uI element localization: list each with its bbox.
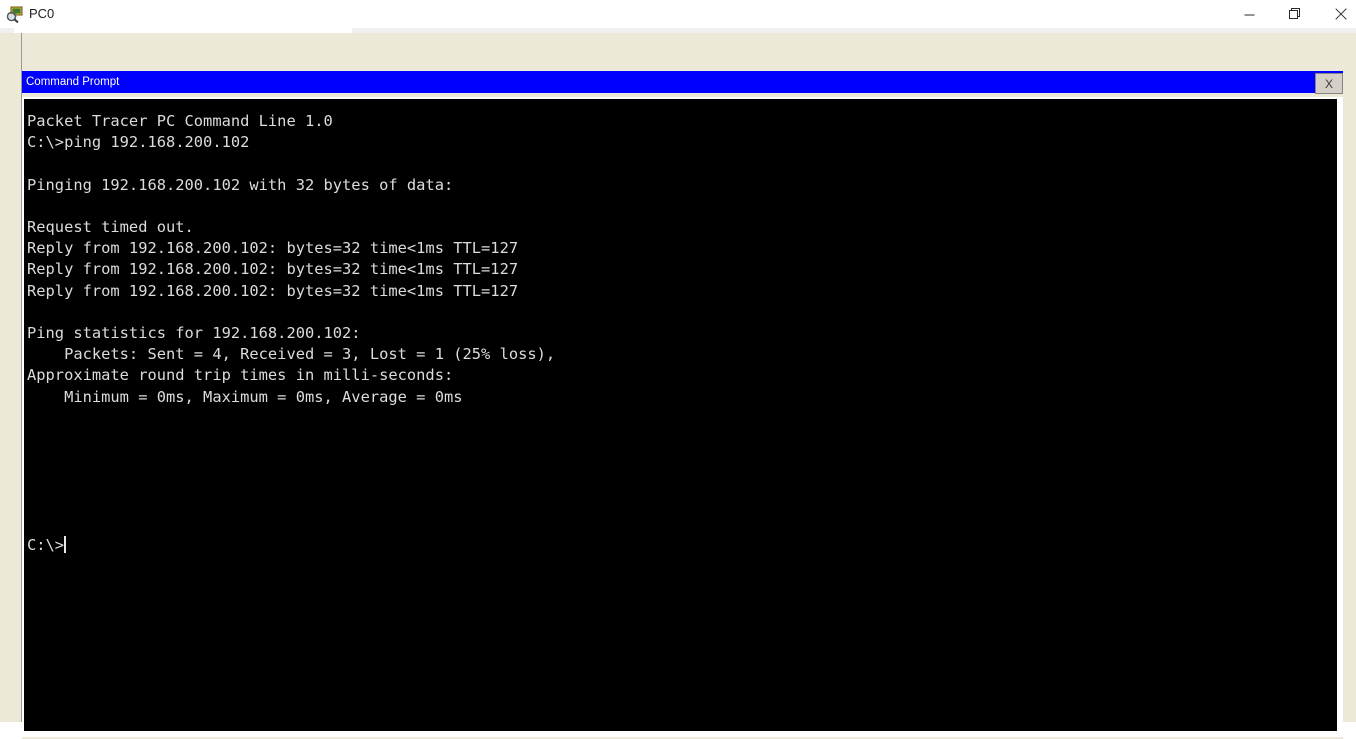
window-titlebar: PC0 bbox=[0, 0, 1356, 28]
window-close-button[interactable] bbox=[1318, 0, 1356, 28]
terminal-cursor bbox=[64, 536, 67, 553]
desktop-page-body: Command Prompt X Packet Tracer PC Comman… bbox=[0, 33, 1356, 739]
minimize-icon bbox=[1244, 14, 1255, 15]
terminal-output: Packet Tracer PC Command Line 1.0 C:\>pi… bbox=[27, 112, 556, 406]
close-icon bbox=[1334, 8, 1347, 20]
terminal-prompt-text: C:\> bbox=[27, 536, 65, 554]
restore-icon bbox=[1288, 8, 1300, 19]
terminal-screen[interactable]: Packet Tracer PC Command Line 1.0 C:\>pi… bbox=[24, 99, 1337, 731]
window-restore-button[interactable] bbox=[1272, 0, 1317, 28]
window-title: PC0 bbox=[29, 6, 55, 21]
command-prompt-screen-frame: Packet Tracer PC Command Line 1.0 C:\>pi… bbox=[22, 97, 1343, 737]
packet-tracer-pc-icon bbox=[6, 6, 23, 23]
command-prompt-window: Command Prompt X Packet Tracer PC Comman… bbox=[22, 71, 1343, 739]
command-prompt-titlebar: Command Prompt X bbox=[22, 71, 1343, 94]
command-prompt-title: Command Prompt bbox=[26, 76, 120, 88]
command-prompt-close-button[interactable]: X bbox=[1315, 73, 1343, 94]
terminal-prompt-line: C:\> bbox=[27, 535, 67, 556]
window-minimize-button[interactable] bbox=[1227, 0, 1272, 28]
